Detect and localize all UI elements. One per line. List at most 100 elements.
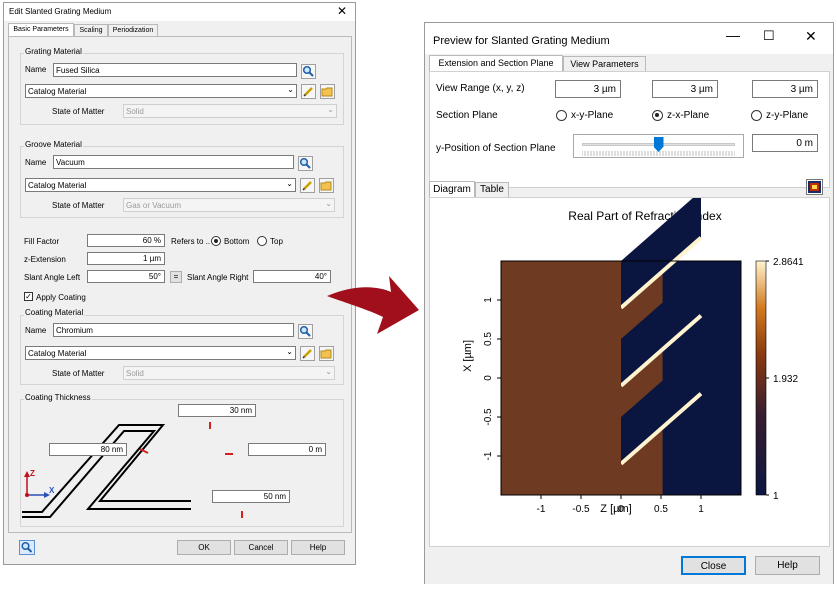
chevron-down-icon: ⌄ xyxy=(286,179,293,188)
y-tick-label: -1 xyxy=(483,451,494,460)
tab-diagram[interactable]: Diagram xyxy=(429,181,475,198)
groove-state-value: Gas or Vacuum xyxy=(126,201,181,210)
preview-close-button[interactable]: Close xyxy=(681,556,746,575)
radio-bottom[interactable] xyxy=(211,236,221,246)
minimize-icon[interactable]: — xyxy=(726,27,740,43)
help-button[interactable]: Help xyxy=(291,540,345,555)
view-range-label: View Range (x, y, z) xyxy=(436,83,525,94)
slant-right-field[interactable]: 40° xyxy=(253,270,331,283)
grating-state-value: Solid xyxy=(126,107,144,116)
pencil-icon[interactable] xyxy=(300,346,315,361)
z-extension-field[interactable]: 1 µm xyxy=(87,252,165,265)
grating-state-label: State of Matter xyxy=(52,107,105,116)
coating-name-label: Name xyxy=(25,326,47,335)
groove-state-label: State of Matter xyxy=(52,201,105,210)
axis-z-label: Z xyxy=(30,469,35,478)
radio-top[interactable] xyxy=(257,236,267,246)
grating-name-label: Name xyxy=(25,65,47,74)
tab-basic-parameters[interactable]: Basic Parameters xyxy=(8,23,74,37)
thickness-left-field[interactable]: 80 nm xyxy=(49,443,127,456)
coating-state-label: State of Matter xyxy=(52,369,105,378)
groove-catalog-select[interactable]: Catalog Material ⌄ xyxy=(25,178,296,192)
groove-group-label: Groove Material xyxy=(24,140,83,149)
grating-catalog-select[interactable]: Catalog Material ⌄ xyxy=(25,84,297,98)
folder-icon[interactable] xyxy=(320,84,335,99)
top-label: Top xyxy=(270,237,283,246)
refers-to-label: Refers to .. xyxy=(171,237,211,246)
cancel-button[interactable]: Cancel xyxy=(234,540,288,555)
thickness-top-field[interactable]: 30 nm xyxy=(178,404,256,417)
x-tick-label: -1 xyxy=(537,504,546,515)
maximize-icon[interactable]: ☐ xyxy=(763,28,775,44)
preview-dialog: Preview for Slanted Grating Medium — ☐ ✕… xyxy=(424,22,834,584)
dialog-title: Edit Slanted Grating Medium xyxy=(9,7,112,16)
coating-thickness-diagram xyxy=(22,422,243,518)
apply-coating-checkbox[interactable]: ✓ xyxy=(24,292,33,301)
radio-zx-plane[interactable] xyxy=(652,110,663,121)
x-tick-label: 1 xyxy=(698,504,704,515)
y-tick-label: 0 xyxy=(483,375,494,381)
tab-table[interactable]: Table xyxy=(475,182,509,198)
pencil-icon[interactable] xyxy=(301,84,316,99)
colormap-icon[interactable] xyxy=(806,179,823,195)
y-tick-label: -0.5 xyxy=(483,408,494,426)
colorbar-tick-label: 2.8641 xyxy=(773,257,804,268)
colorbar-tick-label: 1 xyxy=(773,491,779,502)
arrow-graphic xyxy=(327,276,419,334)
groove-name-field[interactable]: Vacuum xyxy=(53,155,294,169)
y-axis: -1 -0.5 0 0.5 1 xyxy=(483,297,501,460)
coating-catalog-value: Catalog Material xyxy=(28,349,87,358)
view-range-y-field[interactable]: 3 µm xyxy=(652,80,718,98)
slant-left-label: Slant Angle Left xyxy=(24,273,81,282)
radio-zy-plane[interactable] xyxy=(751,110,762,121)
tab-view-parameters[interactable]: View Parameters xyxy=(563,56,646,72)
z-extension-label: z-Extension xyxy=(24,255,66,264)
search-icon[interactable] xyxy=(298,156,313,171)
fill-factor-field[interactable]: 60 % xyxy=(87,234,165,247)
thickness-bottom-field[interactable]: 50 nm xyxy=(212,490,290,503)
chevron-down-icon: ⌄ xyxy=(327,105,334,114)
y-position-slider[interactable] xyxy=(573,134,744,158)
thickness-right-field[interactable]: 0 m xyxy=(248,443,326,456)
slant-right-label: Slant Angle Right xyxy=(187,273,249,282)
view-range-z-field[interactable]: 3 µm xyxy=(752,80,818,98)
grating-catalog-value: Catalog Material xyxy=(28,87,87,96)
y-position-field[interactable]: 0 m xyxy=(752,134,818,152)
slant-left-field[interactable]: 50° xyxy=(87,270,165,283)
preview-title-bar: Preview for Slanted Grating Medium — ☐ ✕ xyxy=(425,23,833,54)
groove-name-label: Name xyxy=(25,158,47,167)
x-axis-label: Z [µm] xyxy=(600,503,631,515)
pencil-icon[interactable] xyxy=(300,178,315,193)
tab-extension-section[interactable]: Extension and Section Plane xyxy=(429,55,563,72)
search-icon[interactable] xyxy=(19,540,35,555)
coating-catalog-select[interactable]: Catalog Material ⌄ xyxy=(25,346,296,360)
section-plane-label: Section Plane xyxy=(436,110,498,121)
grating-name-field[interactable]: Fused Silica xyxy=(53,63,297,77)
substrate-left xyxy=(501,261,621,495)
y-position-label: y-Position of Section Plane xyxy=(436,143,556,154)
view-range-x-field[interactable]: 3 µm xyxy=(555,80,621,98)
close-icon[interactable]: ✕ xyxy=(805,28,817,45)
coating-name-field[interactable]: Chromium xyxy=(53,323,294,337)
folder-icon[interactable] xyxy=(319,178,334,193)
grating-state-select: Solid ⌄ xyxy=(123,104,337,118)
groove-state-select: Gas or Vacuum ⌄ xyxy=(123,198,335,212)
ok-button[interactable]: OK xyxy=(177,540,231,555)
search-icon[interactable] xyxy=(298,324,313,339)
search-icon[interactable] xyxy=(301,64,316,79)
radio-xy-plane[interactable] xyxy=(556,110,567,121)
equal-angles-button[interactable]: = xyxy=(170,271,182,283)
folder-icon[interactable] xyxy=(319,346,334,361)
close-icon[interactable]: ✕ xyxy=(337,4,347,18)
plot-area xyxy=(500,198,742,496)
preview-help-button[interactable]: Help xyxy=(755,556,820,575)
zy-plane-label: z-y-Plane xyxy=(766,110,809,121)
chevron-down-icon: ⌄ xyxy=(325,199,332,208)
slider-thumb[interactable] xyxy=(653,137,664,152)
x-tick-label: -0.5 xyxy=(572,504,590,515)
colorbar-gradient xyxy=(755,260,767,496)
axis-x-label: X xyxy=(49,486,55,495)
preview-title: Preview for Slanted Grating Medium xyxy=(433,35,610,47)
y-tick-label: 0.5 xyxy=(483,332,494,346)
refractive-index-chart: Real Part of Refractive Index -1 -0.5 0 0.5… xyxy=(462,198,804,515)
